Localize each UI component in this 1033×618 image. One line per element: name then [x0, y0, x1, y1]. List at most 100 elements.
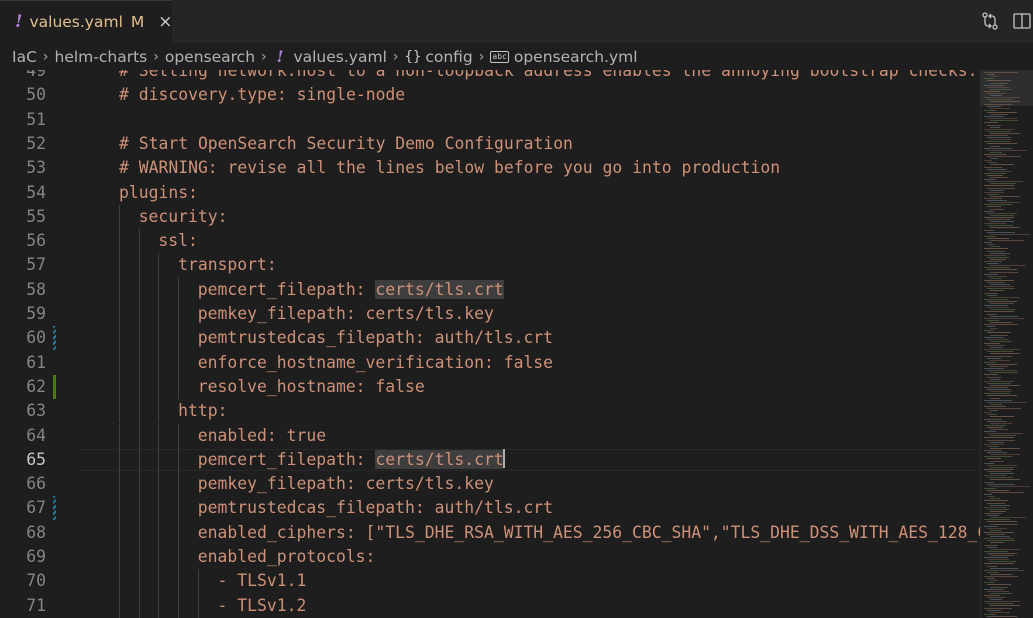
- code-line[interactable]: 69 enabled_protocols:: [0, 545, 980, 570]
- minimap-line: [990, 101, 1020, 103]
- breadcrumb-config[interactable]: config: [425, 48, 472, 66]
- git-modified-marker[interactable]: [53, 326, 56, 351]
- minimap-line: [987, 206, 1001, 208]
- code-line[interactable]: 61 enforce_hostname_verification: false: [0, 350, 980, 375]
- minimap-line: [987, 552, 1017, 554]
- indent-guide: [119, 229, 120, 254]
- indent-guide: [138, 593, 140, 618]
- code-line[interactable]: 60 pemtrustedcas_filepath: auth/tls.crt: [0, 326, 980, 351]
- minimap-line: [984, 116, 1004, 118]
- minimap-line: [987, 345, 1005, 346]
- minimap-line: [990, 498, 1000, 500]
- minimap-line: [987, 300, 1017, 302]
- minimap-line: [984, 557, 1008, 559]
- code-line[interactable]: 55 security:: [0, 204, 980, 230]
- minimap-line: [987, 597, 1005, 598]
- indent-guide: [158, 423, 160, 448]
- code-line[interactable]: 65 pemcert_filepath: certs/tls.crt: [0, 447, 980, 473]
- minimap-line: [984, 210, 994, 212]
- indent-guide: [138, 277, 140, 302]
- minimap-line: [990, 120, 1018, 122]
- indent-guide: [178, 447, 180, 473]
- code-line[interactable]: 51: [0, 108, 980, 132]
- code-line[interactable]: 58 pemcert_filepath: certs/tls.crt: [0, 277, 980, 302]
- minimap-line: [984, 538, 1014, 540]
- minimap-line: [990, 208, 1004, 210]
- minimap-line: [990, 555, 1014, 556]
- line-number: 51: [26, 109, 46, 129]
- code-line[interactable]: 70 - TLSv1.1: [0, 569, 980, 594]
- code-line[interactable]: 56 ssl:: [0, 229, 980, 254]
- minimap-line: [987, 156, 1021, 157]
- minimap-line: [987, 483, 1015, 485]
- chevron-right-icon: ›: [478, 48, 485, 65]
- object-icon: {}: [404, 48, 422, 65]
- tab-values-yaml[interactable]: ! values.yaml M ×: [0, 0, 173, 43]
- minimap-line: [984, 418, 1002, 420]
- breadcrumb-opensearch[interactable]: opensearch: [165, 48, 255, 66]
- minimap-line: [984, 242, 992, 244]
- indent-guide: [158, 253, 160, 278]
- minimap-line: [984, 594, 1000, 596]
- minimap-line: [990, 561, 1016, 563]
- indent-guide: [138, 399, 140, 424]
- split-editor-icon[interactable]: [1012, 11, 1032, 31]
- minimap-line: [987, 426, 1003, 428]
- indent-guide: [138, 302, 140, 327]
- line-number: 54: [26, 182, 46, 202]
- line-number: 57: [26, 255, 46, 275]
- code-line[interactable]: 66 pemkey_filepath: certs/tls.key: [0, 472, 980, 497]
- minimap-line: [984, 185, 1014, 187]
- minimap[interactable]: [980, 70, 1033, 618]
- minimap-line: [984, 141, 1010, 143]
- code-line[interactable]: 71 - TLSv1.2: [0, 593, 980, 618]
- minimap-line: [987, 174, 1003, 176]
- indent-guide: [138, 472, 140, 497]
- minimap-line: [984, 412, 992, 414]
- line-number: 70: [26, 571, 46, 591]
- code-line[interactable]: 54 plugins:: [0, 181, 980, 205]
- git-added-marker[interactable]: [53, 374, 56, 399]
- code-line[interactable]: 50 # discovery.type: single-node: [0, 83, 980, 107]
- minimap-line: [987, 130, 1011, 132]
- code-line[interactable]: 49 # Setting network.host to a non-loopba…: [0, 70, 980, 83]
- indent-guide: [119, 520, 120, 545]
- code-line[interactable]: 67 pemtrustedcas_filepath: auth/tls.crt: [0, 496, 980, 521]
- code-line[interactable]: 63 http:: [0, 399, 980, 424]
- minimap-line: [984, 437, 1014, 439]
- minimap-line: [990, 592, 1012, 594]
- breadcrumb-opensearch-yml[interactable]: opensearch.yml: [514, 48, 638, 66]
- line-number: 53: [26, 158, 46, 178]
- minimap-line: [987, 269, 1017, 271]
- minimap-line: [984, 525, 998, 527]
- chevron-right-icon: ›: [261, 48, 267, 65]
- breadcrumb-iac[interactable]: IaC: [12, 48, 37, 66]
- text-cursor: [502, 448, 505, 468]
- git-modified-marker[interactable]: [53, 496, 56, 521]
- code-line[interactable]: 52 # Start OpenSearch Security Demo Confi…: [0, 132, 980, 156]
- code-line[interactable]: 57 transport:: [0, 253, 980, 278]
- minimap-line: [984, 317, 1024, 319]
- code-line[interactable]: 68 enabled_ciphers: ["TLS_DHE_RSA_WITH_AE…: [0, 520, 980, 545]
- minimap-line: [990, 366, 1008, 367]
- indent-guide: [158, 593, 160, 618]
- indent-guide: [138, 423, 140, 448]
- minimap-line: [984, 84, 1004, 86]
- minimap-line: [987, 162, 997, 164]
- minimap-line: [990, 214, 1014, 216]
- source-control-compare-icon[interactable]: [980, 11, 1000, 31]
- code-line[interactable]: 53 # WARNING: revise all the lines below …: [0, 156, 980, 180]
- breadcrumb-helm-charts[interactable]: helm-charts: [55, 48, 148, 66]
- close-icon[interactable]: ×: [158, 12, 172, 32]
- indent-guide: [178, 350, 180, 375]
- indent-guide: [119, 302, 120, 327]
- breadcrumb-values-yaml[interactable]: values.yaml: [293, 48, 386, 66]
- code-line[interactable]: 62 resolve_hostname: false: [0, 374, 980, 400]
- minimap-line: [984, 90, 1000, 92]
- code-line[interactable]: 59 pemkey_filepath: certs/tls.key: [0, 302, 980, 327]
- minimap-line: [987, 313, 997, 315]
- minimap-line: [987, 181, 1023, 183]
- code-line[interactable]: 64 enabled: true: [0, 423, 980, 448]
- code-editor[interactable]: 49 # Setting network.host to a non-loopba…: [0, 70, 980, 618]
- indent-guide: [119, 569, 120, 594]
